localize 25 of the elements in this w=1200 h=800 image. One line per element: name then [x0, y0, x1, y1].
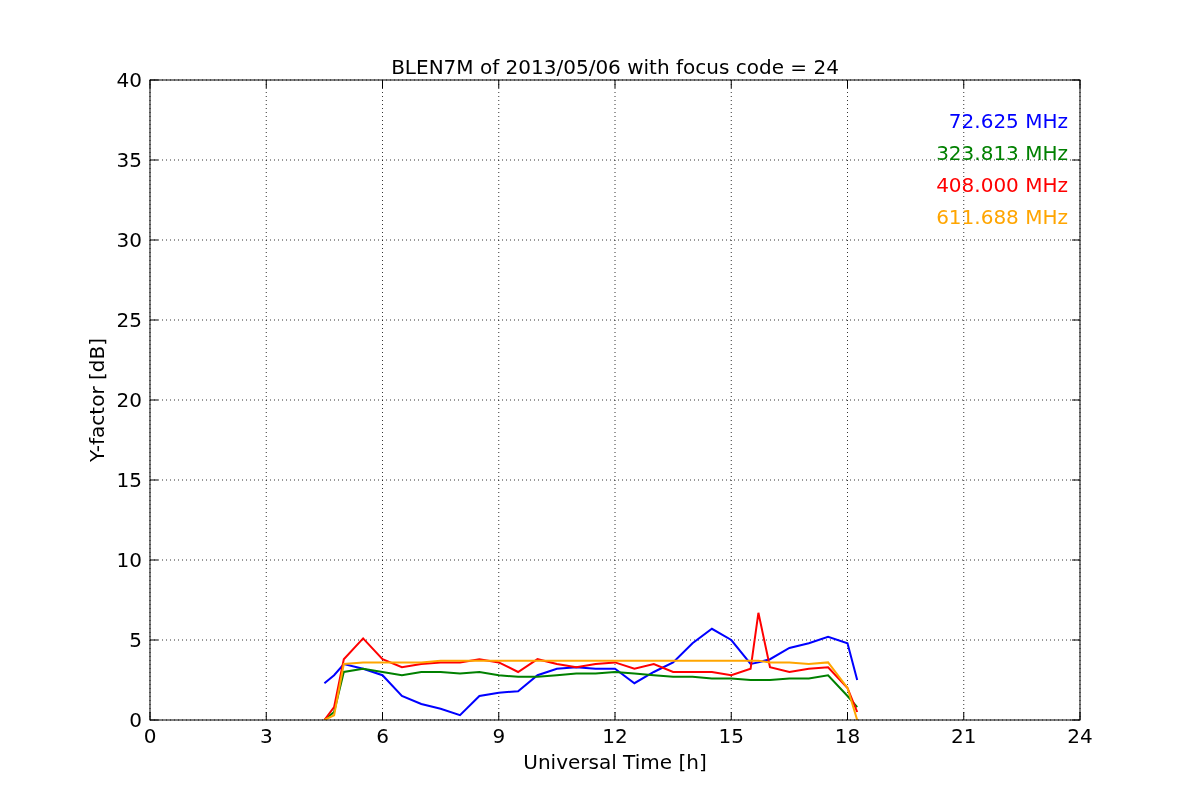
axis-title: Y-factor [dB]	[85, 338, 109, 462]
tick-label: 25	[116, 308, 142, 332]
tick-label: 40	[116, 68, 142, 92]
tick-label: 0	[143, 724, 157, 748]
legend-label: 408.000 MHz	[936, 173, 1068, 197]
tick-label: 30	[116, 228, 142, 252]
legend-label: 72.625 MHz	[948, 109, 1068, 133]
tick-label: 0	[129, 708, 142, 732]
tick-label: 15	[116, 468, 142, 492]
chart-title: BLEN7M of 2013/05/06 with focus code = 24	[391, 55, 839, 79]
tick-label: 20	[116, 388, 142, 412]
tick-label: 35	[116, 148, 142, 172]
tick-label: 3	[259, 724, 273, 748]
tick-label: 12	[602, 724, 628, 748]
legend-label: 611.688 MHz	[936, 205, 1068, 229]
tick-label: 21	[951, 724, 977, 748]
legend-label: 323.813 MHz	[936, 141, 1068, 165]
axis-title: Universal Time [h]	[523, 750, 707, 774]
tick-label: 10	[116, 548, 142, 572]
tick-label: 6	[376, 724, 389, 748]
tick-label: 24	[1067, 724, 1093, 748]
tick-label: 9	[492, 724, 506, 748]
tick-label: 18	[834, 724, 861, 748]
tick-label: 15	[718, 724, 744, 748]
tick-label: 5	[129, 628, 142, 652]
